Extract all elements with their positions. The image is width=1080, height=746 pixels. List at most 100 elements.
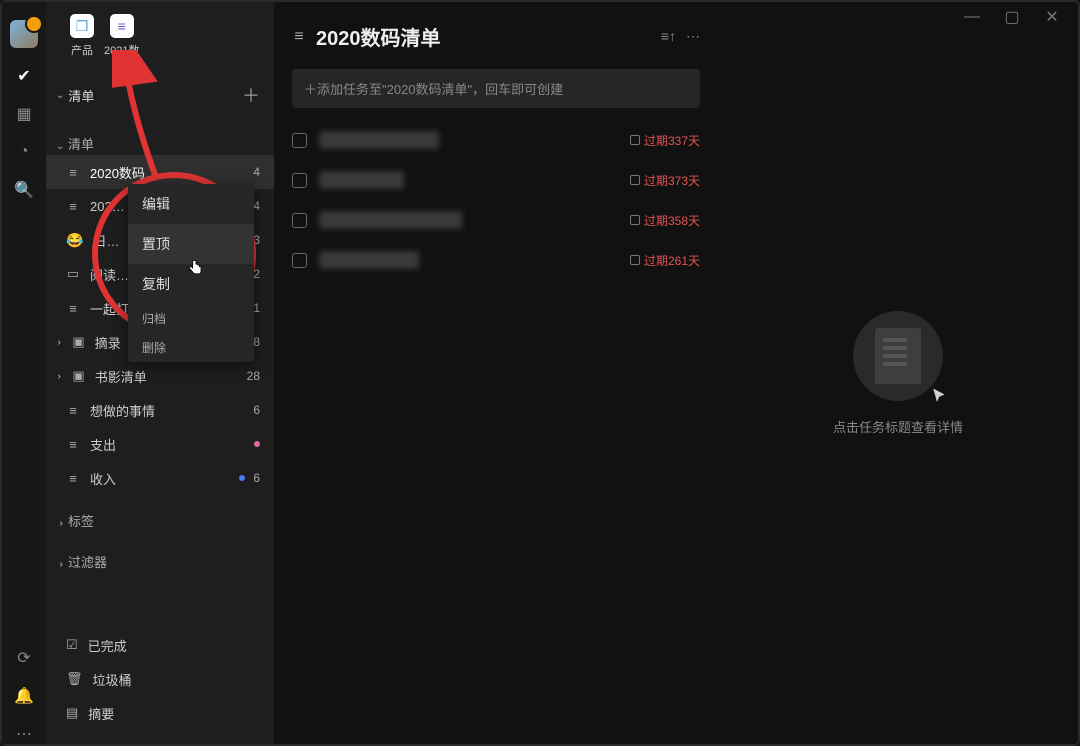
nav-rail: ✔ ▦ ◔ 🔍 ⟳ 🔔 ⋯ [2, 2, 46, 744]
list-icon: ≡ [292, 28, 306, 46]
task-title-blurred [319, 251, 419, 269]
row-label: 垃圾桶 [93, 670, 132, 689]
note-icon [630, 135, 640, 145]
note-icon [630, 215, 640, 225]
task-title-blurred [319, 211, 462, 229]
task-row[interactable]: 过期358天 [292, 200, 700, 240]
row-label: 日… [93, 231, 119, 250]
sort-icon[interactable]: ≡↑ [661, 28, 676, 45]
due-badge: 过期373天 [630, 172, 700, 189]
side-panel: ❒ 产品 ≡ 2021数 ⌄ 清单 ＋ ⌄ 清单 ≡ 2020数码… 4 ≡ 202… 4 😂… [46, 2, 274, 744]
checkbox[interactable] [292, 173, 307, 188]
chevron-right-icon: ⌄ [55, 519, 66, 527]
list-icon: ≡ [66, 437, 80, 452]
row-label: 2020数码… [90, 163, 158, 182]
count-badge: 4 [253, 165, 260, 179]
row-label: 书影清单 [95, 367, 147, 386]
tag-icon: ❒ [70, 14, 94, 38]
more-menu-button[interactable]: ⋯ [686, 28, 700, 45]
row-label: 已完成 [88, 636, 127, 655]
task-row[interactable]: 过期373天 [292, 160, 700, 200]
chip-label: 2021数 [104, 42, 139, 58]
add-list-button[interactable]: ＋ [242, 82, 260, 108]
add-task-input[interactable]: ＋添加任务至"2020数码清单"，回车即可创建 [292, 69, 700, 108]
count-badge: 6 [253, 471, 260, 485]
section-title: 标签 [68, 514, 94, 529]
sidebar-item-shuying[interactable]: ⌄▣书影清单28 [46, 359, 274, 393]
row-label: 摘要 [88, 704, 114, 723]
list-icon: ≡ [66, 471, 80, 486]
row-label: 支出 [90, 435, 116, 454]
due-badge: 过期358天 [630, 212, 700, 229]
search-icon[interactable]: 🔍 [14, 180, 34, 200]
trash-row[interactable]: 🗑 垃圾桶 [46, 662, 274, 696]
list-icon: ≡ [66, 199, 80, 214]
app-window: — ▢ ✕ ✔ ▦ ◔ 🔍 ⟳ 🔔 ⋯ ❒ 产品 ≡ 2021数 ⌄清单 ＋ [0, 0, 1080, 746]
notification-icon[interactable]: 🔔 [14, 686, 34, 706]
tags-section-header[interactable]: ⌄ 标签 [46, 509, 274, 532]
note-icon: ▤ [66, 705, 78, 721]
menu-archive[interactable]: 归档 [128, 304, 254, 333]
list-icon: ≡ [66, 301, 80, 316]
empty-state-icon [853, 311, 943, 401]
list-icon: ≡ [110, 14, 134, 38]
detail-pane: 点击任务标题查看详情 [718, 2, 1078, 744]
book-icon: ▭ [66, 266, 80, 282]
cursor-hand-icon [186, 258, 206, 281]
menu-delete[interactable]: 删除 [128, 333, 254, 362]
menu-edit[interactable]: 编辑 [128, 184, 254, 224]
count-badge: 28 [247, 369, 260, 383]
avatar[interactable] [10, 20, 38, 48]
count-badge: 3 [253, 233, 260, 247]
more-icon[interactable]: ⋯ [14, 724, 34, 744]
task-title-blurred [319, 171, 404, 189]
color-dot [254, 441, 260, 447]
chevron-right-icon: ⌄ [55, 560, 66, 568]
section-title: 清单 [68, 86, 94, 105]
filters-section-header[interactable]: ⌄ 过滤器 [46, 550, 274, 573]
chevron-down-icon: ⌄ [56, 141, 64, 152]
list-icon: ≡ [66, 403, 80, 418]
lists-section-header[interactable]: ⌄ 清单 ＋ [46, 76, 274, 114]
trash-icon: 🗑 [66, 671, 83, 687]
note-icon [630, 255, 640, 265]
color-dot [239, 475, 245, 481]
row-label: 202… [90, 199, 125, 214]
checkbox[interactable] [292, 213, 307, 228]
folder-icon: ▣ [72, 368, 84, 384]
chip-product[interactable]: ❒ 产品 [70, 14, 94, 58]
due-badge: 过期337天 [630, 132, 700, 149]
folder-icon: ▣ [72, 334, 84, 350]
emoji-icon: 😂 [66, 232, 83, 249]
count-badge: 6 [253, 403, 260, 417]
chip-2021[interactable]: ≡ 2021数 [104, 14, 139, 58]
chevron-down-icon: ⌄ [56, 90, 64, 101]
timer-icon[interactable]: ◔ [14, 142, 34, 162]
row-label: 收入 [90, 469, 116, 488]
empty-state-text: 点击任务标题查看详情 [833, 417, 963, 436]
task-row[interactable]: 过期337天 [292, 120, 700, 160]
check-icon: ☑ [66, 637, 78, 653]
checkbox[interactable] [292, 253, 307, 268]
calendar-icon[interactable]: ▦ [14, 104, 34, 124]
sidebar-item-todo[interactable]: ≡ 想做的事情 6 [46, 393, 274, 427]
count-badge: 4 [253, 199, 260, 213]
task-title-blurred [319, 131, 439, 149]
sync-icon[interactable]: ⟳ [14, 648, 34, 668]
note-icon [630, 175, 640, 185]
row-label: 摘录 [95, 333, 121, 352]
section-title: 过滤器 [68, 555, 107, 570]
list-icon: ≡ [66, 165, 80, 180]
task-row[interactable]: 过期261天 [292, 240, 700, 280]
chip-label: 产品 [71, 42, 93, 58]
completed-row[interactable]: ☑ 已完成 [46, 628, 274, 662]
sidebar-item-income[interactable]: ≡ 收入 6 [46, 461, 274, 495]
lists-inner-header[interactable]: ⌄ 清单 [46, 132, 274, 155]
checkbox[interactable] [292, 133, 307, 148]
due-badge: 过期261天 [630, 252, 700, 269]
tasks-icon[interactable]: ✔ [14, 66, 34, 86]
sidebar-item-expend[interactable]: ≡ 支出 [46, 427, 274, 461]
summary-row[interactable]: ▤ 摘要 [46, 696, 274, 730]
row-label: 想做的事情 [90, 401, 155, 420]
subsection-title: 清单 [68, 137, 94, 152]
